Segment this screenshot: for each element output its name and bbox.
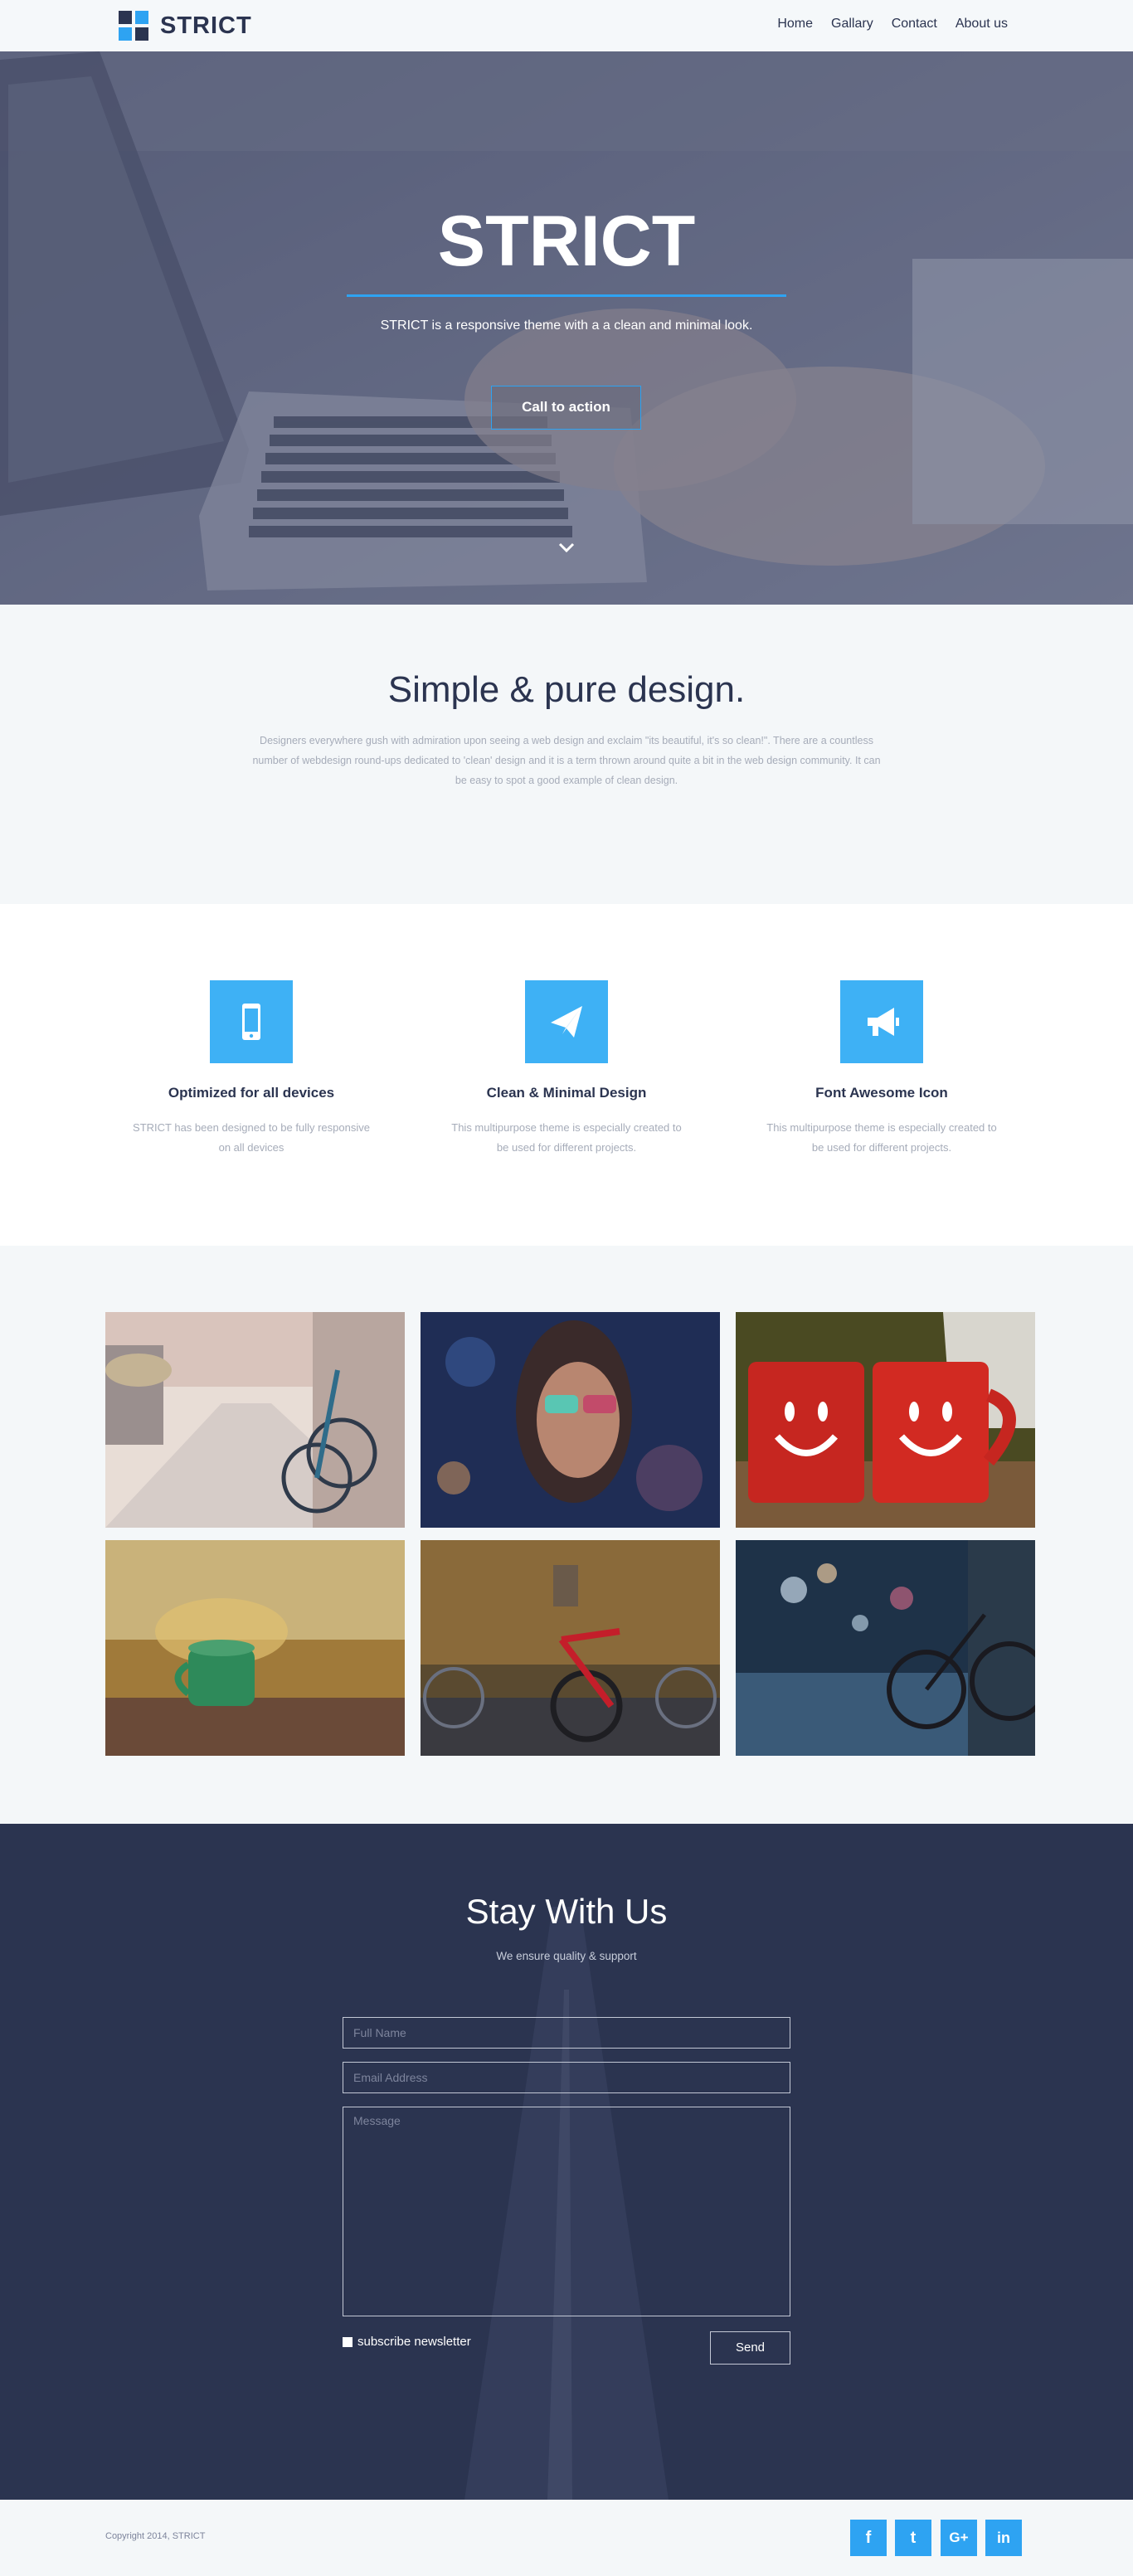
feature-card: Font Awesome Icon This multipurpose them… xyxy=(757,980,1006,1158)
top-navbar: STRICT Home Gallary Contact About us xyxy=(0,0,1133,51)
main-menu: Home Gallary Contact About us xyxy=(777,17,1008,32)
contact-title: Stay With Us xyxy=(465,1892,668,1931)
gallery-image-bicycle-street[interactable] xyxy=(105,1312,405,1528)
footer: Copyright 2014, STRICT f t G+ in xyxy=(0,2500,1133,2576)
hero-divider xyxy=(347,294,786,297)
gallery-image-red-bicycle[interactable] xyxy=(421,1540,720,1756)
facebook-icon[interactable]: f xyxy=(850,2520,887,2556)
twitter-icon[interactable]: t xyxy=(895,2520,931,2556)
gallery-image-woman-sunglasses[interactable] xyxy=(421,1312,720,1528)
gallery-image-splash-cup[interactable] xyxy=(105,1540,405,1756)
contact-section: Stay With Us We ensure quality & support… xyxy=(0,1824,1133,2500)
feature-title: Font Awesome Icon xyxy=(815,1085,948,1101)
gallery-image-smiley-mugs[interactable] xyxy=(736,1312,1035,1528)
send-button[interactable]: Send xyxy=(710,2331,790,2365)
newsletter-label: subscribe newsletter xyxy=(357,2335,471,2349)
feature-icon-box xyxy=(840,980,923,1063)
google-plus-icon[interactable]: G+ xyxy=(941,2520,977,2556)
logo-text: STRICT xyxy=(160,12,252,39)
mobile-icon xyxy=(242,1004,260,1040)
nav-link-about[interactable]: About us xyxy=(956,17,1008,32)
paper-plane-icon xyxy=(551,1006,582,1038)
feature-text: This multipurpose theme is especially cr… xyxy=(451,1121,682,1154)
feature-text: This multipurpose theme is especially cr… xyxy=(766,1121,997,1154)
site-logo[interactable]: STRICT xyxy=(119,10,252,41)
full-name-input[interactable] xyxy=(343,2017,790,2049)
feature-card: Optimized for all devices STRICT has bee… xyxy=(127,980,376,1158)
feature-icon-box xyxy=(525,980,608,1063)
newsletter-checkbox[interactable] xyxy=(343,2336,353,2347)
copyright-text: Copyright 2014, STRICT xyxy=(105,2531,206,2541)
hero-section: STRICT STRICT is a responsive theme with… xyxy=(0,51,1133,605)
chevron-down-icon[interactable] xyxy=(557,541,576,554)
gallery-section xyxy=(0,1246,1133,1824)
contact-subtitle: We ensure quality & support xyxy=(496,1950,637,1962)
nav-link-gallery[interactable]: Gallary xyxy=(831,17,873,32)
message-textarea[interactable] xyxy=(343,2107,790,2316)
feature-icon-box xyxy=(210,980,293,1063)
call-to-action-button[interactable]: Call to action xyxy=(491,386,641,430)
linkedin-icon[interactable]: in xyxy=(985,2520,1022,2556)
hero-subtitle: STRICT is a responsive theme with a a cl… xyxy=(380,318,753,333)
logo-squares-icon xyxy=(119,11,148,41)
features-section: Optimized for all devices STRICT has bee… xyxy=(0,904,1133,1246)
nav-link-contact[interactable]: Contact xyxy=(892,17,937,32)
gallery-image-bicycle-bokeh[interactable] xyxy=(736,1540,1035,1756)
bullhorn-icon xyxy=(868,1008,899,1036)
nav-link-home[interactable]: Home xyxy=(777,17,813,32)
feature-card: Clean & Minimal Design This multipurpose… xyxy=(442,980,691,1158)
feature-title: Optimized for all devices xyxy=(168,1085,335,1101)
intro-text: Designers everywhere gush with admiratio… xyxy=(252,735,881,786)
newsletter-checkbox-row[interactable]: subscribe newsletter xyxy=(343,2335,471,2349)
email-input[interactable] xyxy=(343,2062,790,2093)
intro-section: Simple & pure design. Designers everywhe… xyxy=(0,605,1133,904)
intro-title: Simple & pure design. xyxy=(387,669,746,710)
feature-title: Clean & Minimal Design xyxy=(486,1085,647,1101)
feature-text: STRICT has been designed to be fully res… xyxy=(133,1121,370,1154)
hero-title: STRICT xyxy=(437,202,696,281)
